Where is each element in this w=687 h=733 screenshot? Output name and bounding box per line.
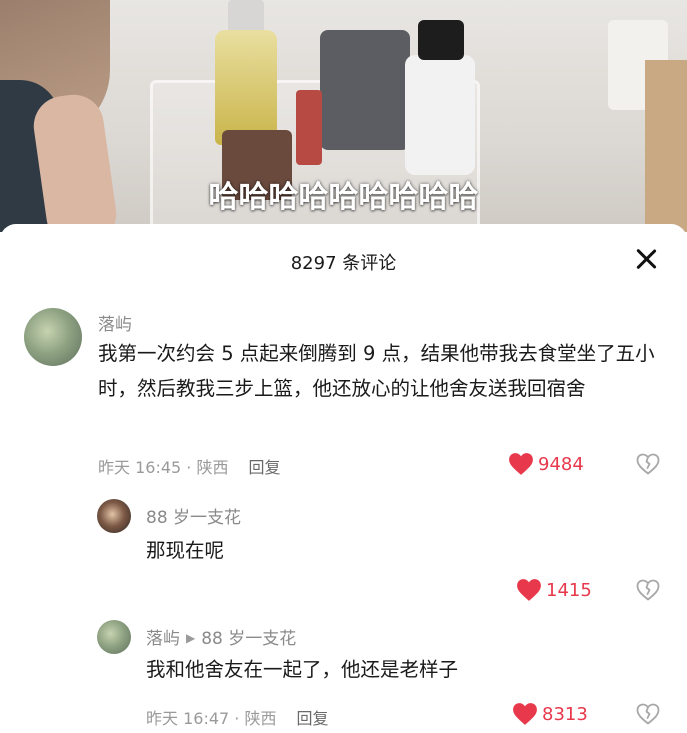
comment-username[interactable]: 落屿 bbox=[98, 310, 132, 335]
avatar[interactable] bbox=[97, 499, 131, 533]
dislike-button[interactable] bbox=[636, 453, 660, 479]
comment-content[interactable]: 我第一次约会 5 点起来倒腾到 9 点，结果他带我去食堂坐了五小时，然后教我三步… bbox=[98, 336, 658, 406]
heart-icon bbox=[509, 453, 533, 475]
avatar[interactable] bbox=[97, 620, 131, 654]
broken-heart-icon bbox=[636, 703, 660, 725]
like-count: 9484 bbox=[538, 453, 584, 475]
reply-to-username[interactable]: 88 岁一支花 bbox=[201, 629, 296, 649]
video-pump-cap bbox=[418, 20, 464, 60]
like-button[interactable]: 8313 bbox=[512, 702, 588, 726]
heart-icon bbox=[517, 579, 541, 601]
comment-count-title: 8297 条评论 bbox=[290, 253, 397, 274]
comment-meta: 昨天 16:47 · 陕西 回复 bbox=[146, 705, 328, 729]
close-icon[interactable] bbox=[633, 246, 659, 272]
like-button[interactable]: 1415 bbox=[516, 578, 592, 602]
reply-button[interactable]: 回复 bbox=[248, 458, 280, 477]
broken-heart-icon bbox=[636, 453, 660, 475]
avatar[interactable] bbox=[24, 308, 82, 366]
comment-meta: 昨天 16:45 · 陕西 回复 bbox=[98, 454, 280, 478]
broken-heart-icon bbox=[636, 579, 660, 601]
comment-sheet: 8297 条评论 落屿 我第一次约会 5 点起来倒腾到 9 点，结果他带我去食堂… bbox=[0, 224, 687, 733]
like-count: 1415 bbox=[546, 579, 592, 601]
video-red-tube bbox=[296, 90, 322, 165]
reply-username[interactable]: 88 岁一支花 bbox=[146, 503, 241, 528]
dislike-button[interactable] bbox=[636, 703, 660, 729]
video-background[interactable]: 哈哈哈哈哈哈哈哈哈 bbox=[0, 0, 687, 232]
comment-sheet-header: 8297 条评论 bbox=[0, 224, 687, 294]
reply-username-row: 落屿 ▶ 88 岁一支花 bbox=[146, 624, 296, 649]
video-caption: 哈哈哈哈哈哈哈哈哈 bbox=[208, 180, 479, 215]
video-grey-box bbox=[320, 30, 410, 150]
reply-content[interactable]: 那现在呢 bbox=[146, 533, 646, 568]
like-button[interactable]: 9484 bbox=[508, 452, 584, 476]
heart-icon bbox=[513, 703, 537, 725]
reply-button[interactable]: 回复 bbox=[296, 709, 328, 728]
comment-time-location: 昨天 16:47 · 陕西 bbox=[146, 709, 277, 728]
video-white-bottle bbox=[405, 55, 475, 175]
reply-arrow-icon: ▶ bbox=[186, 631, 196, 645]
reply-username[interactable]: 落屿 bbox=[146, 629, 180, 649]
video-oil-bottle bbox=[215, 30, 277, 145]
dislike-button[interactable] bbox=[636, 579, 660, 605]
comment-time-location: 昨天 16:45 · 陕西 bbox=[98, 458, 229, 477]
like-count: 8313 bbox=[542, 703, 588, 725]
reply-content[interactable]: 我和他舍友在一起了，他还是老样子 bbox=[146, 652, 646, 687]
